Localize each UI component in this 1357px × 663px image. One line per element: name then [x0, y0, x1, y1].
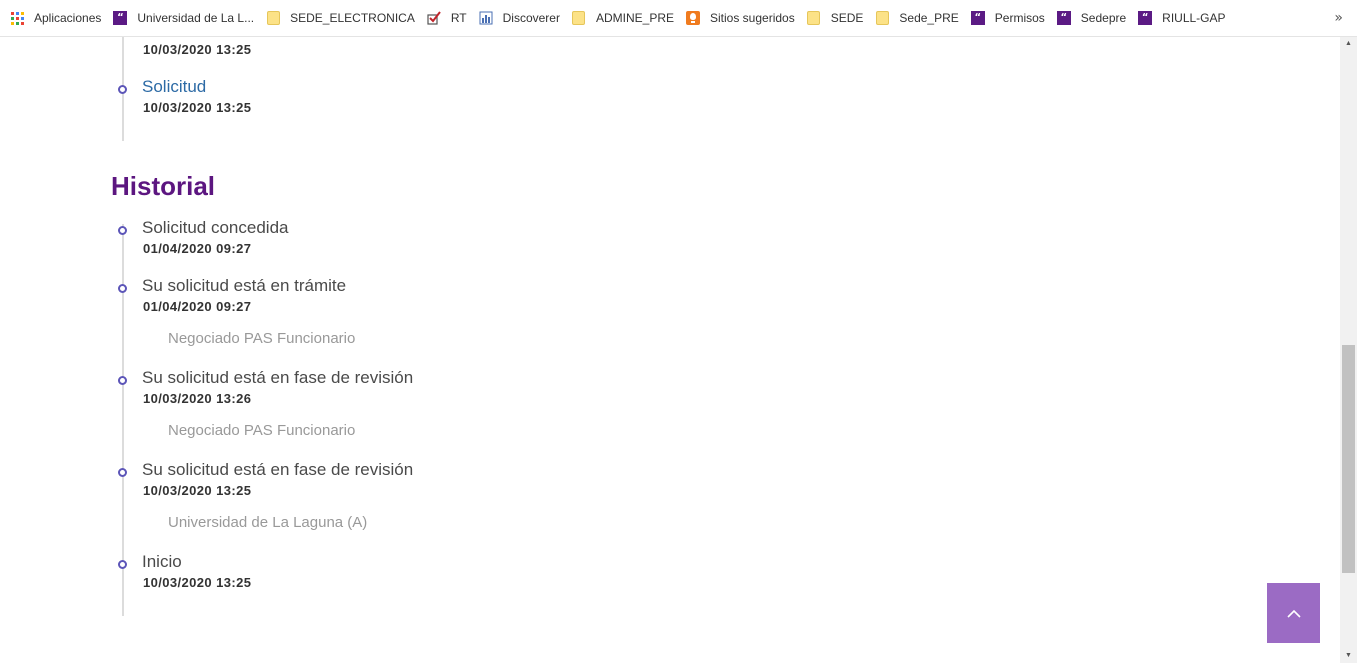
quote-icon: “: [1138, 11, 1153, 25]
history-item-title: Su solicitud está en trámite: [142, 276, 347, 295]
chevron-up-icon: [1286, 609, 1301, 618]
scroll-to-top-button[interactable]: [1267, 583, 1320, 643]
bookmark-sede[interactable]: SEDE: [803, 5, 872, 31]
apps-grid-icon: [10, 11, 24, 25]
bookmark-permisos[interactable]: “ Permisos: [967, 5, 1053, 31]
quote-icon: “: [970, 11, 985, 25]
history-item-note: Negociado PAS Funcionario: [168, 330, 356, 347]
lightbulb-icon: [686, 11, 700, 25]
bookmark-label: RIULL-GAP: [1162, 11, 1226, 25]
folder-icon: [572, 11, 586, 25]
folder-icon: [266, 11, 280, 25]
quote-icon: “: [1056, 11, 1071, 25]
bookmark-label: Discoverer: [502, 11, 560, 25]
history-item-date: 10/03/2020 13:26: [143, 391, 252, 406]
folder-icon: [875, 11, 889, 25]
timeline-item-date: 10/03/2020 13:25: [143, 42, 252, 57]
bookmark-sede-pre[interactable]: Sede_PRE: [871, 5, 966, 31]
timeline-line: [122, 224, 124, 616]
history-item-date: 01/04/2020 09:27: [143, 299, 252, 314]
bookmark-sedepre[interactable]: “ Sedepre: [1053, 5, 1134, 31]
document-link-solicitud[interactable]: Solicitud: [142, 77, 206, 97]
bookmark-label: SEDE_ELECTRONICA: [290, 11, 415, 25]
bookmarks-bar: Aplicaciones “ Universidad de La L... SE…: [0, 0, 1357, 37]
timeline-dot-icon: [118, 284, 127, 293]
timeline-item-date: 10/03/2020 13:25: [143, 100, 252, 115]
bookmark-sede-electronica[interactable]: SEDE_ELECTRONICA: [262, 5, 423, 31]
scroll-up-arrow-icon[interactable]: ▲: [1340, 37, 1357, 51]
history-item-title: Solicitud concedida: [142, 218, 289, 237]
timeline-dot-icon: [118, 226, 127, 235]
bookmark-aplicaciones[interactable]: Aplicaciones: [6, 5, 109, 31]
main-content: 10/03/2020 13:25 Solicitud 10/03/2020 13…: [0, 37, 1340, 663]
history-item-date: 10/03/2020 13:25: [143, 483, 252, 498]
timeline-dot-icon: [118, 85, 127, 94]
history-item-note: Universidad de La Laguna (A): [168, 514, 368, 531]
bookmark-label: ADMINE_PRE: [595, 11, 674, 25]
timeline-dot-icon: [118, 560, 127, 569]
bookmark-label: Universidad de La L...: [137, 11, 255, 25]
bookmark-label: Aplicaciones: [34, 11, 102, 25]
history-item-title: Su solicitud está en fase de revisión: [142, 460, 414, 479]
history-item-title: Inicio: [142, 552, 182, 571]
timeline-dot-icon: [118, 376, 127, 385]
bookmark-riull-gap[interactable]: “ RIULL-GAP: [1134, 5, 1233, 31]
report-icon: [479, 11, 493, 25]
bookmark-admine-pre[interactable]: ADMINE_PRE: [568, 5, 682, 31]
timeline-dot-icon: [118, 468, 127, 477]
bookmark-universidad[interactable]: “ Universidad de La L...: [109, 5, 262, 31]
bookmark-sitios-sugeridos[interactable]: Sitios sugeridos: [682, 5, 803, 31]
folder-icon: [807, 11, 821, 25]
bookmark-label: Sitios sugeridos: [710, 11, 795, 25]
history-heading: Historial: [111, 171, 216, 201]
bookmark-label: Permisos: [994, 11, 1045, 25]
history-item-date: 01/04/2020 09:27: [143, 241, 252, 256]
scroll-down-arrow-icon[interactable]: ▼: [1340, 649, 1357, 663]
checkmark-icon: [427, 11, 441, 25]
more-bookmarks-chevron-icon[interactable]: »: [1334, 10, 1343, 26]
bookmark-rt[interactable]: RT: [423, 5, 475, 31]
bookmark-label: SEDE: [830, 11, 864, 25]
history-item-date: 10/03/2020 13:25: [143, 575, 252, 590]
quote-icon: “: [113, 11, 128, 25]
scrollbar-thumb[interactable]: [1342, 345, 1355, 573]
bookmark-label: Sede_PRE: [899, 11, 959, 25]
history-item-title: Su solicitud está en fase de revisión: [142, 368, 414, 387]
vertical-scrollbar[interactable]: ▲ ▼: [1340, 37, 1357, 663]
history-item-note: Negociado PAS Funcionario: [168, 422, 356, 439]
bookmark-label: Sedepre: [1080, 11, 1127, 25]
bookmark-discoverer[interactable]: Discoverer: [475, 5, 568, 31]
bookmark-label: RT: [450, 11, 467, 25]
